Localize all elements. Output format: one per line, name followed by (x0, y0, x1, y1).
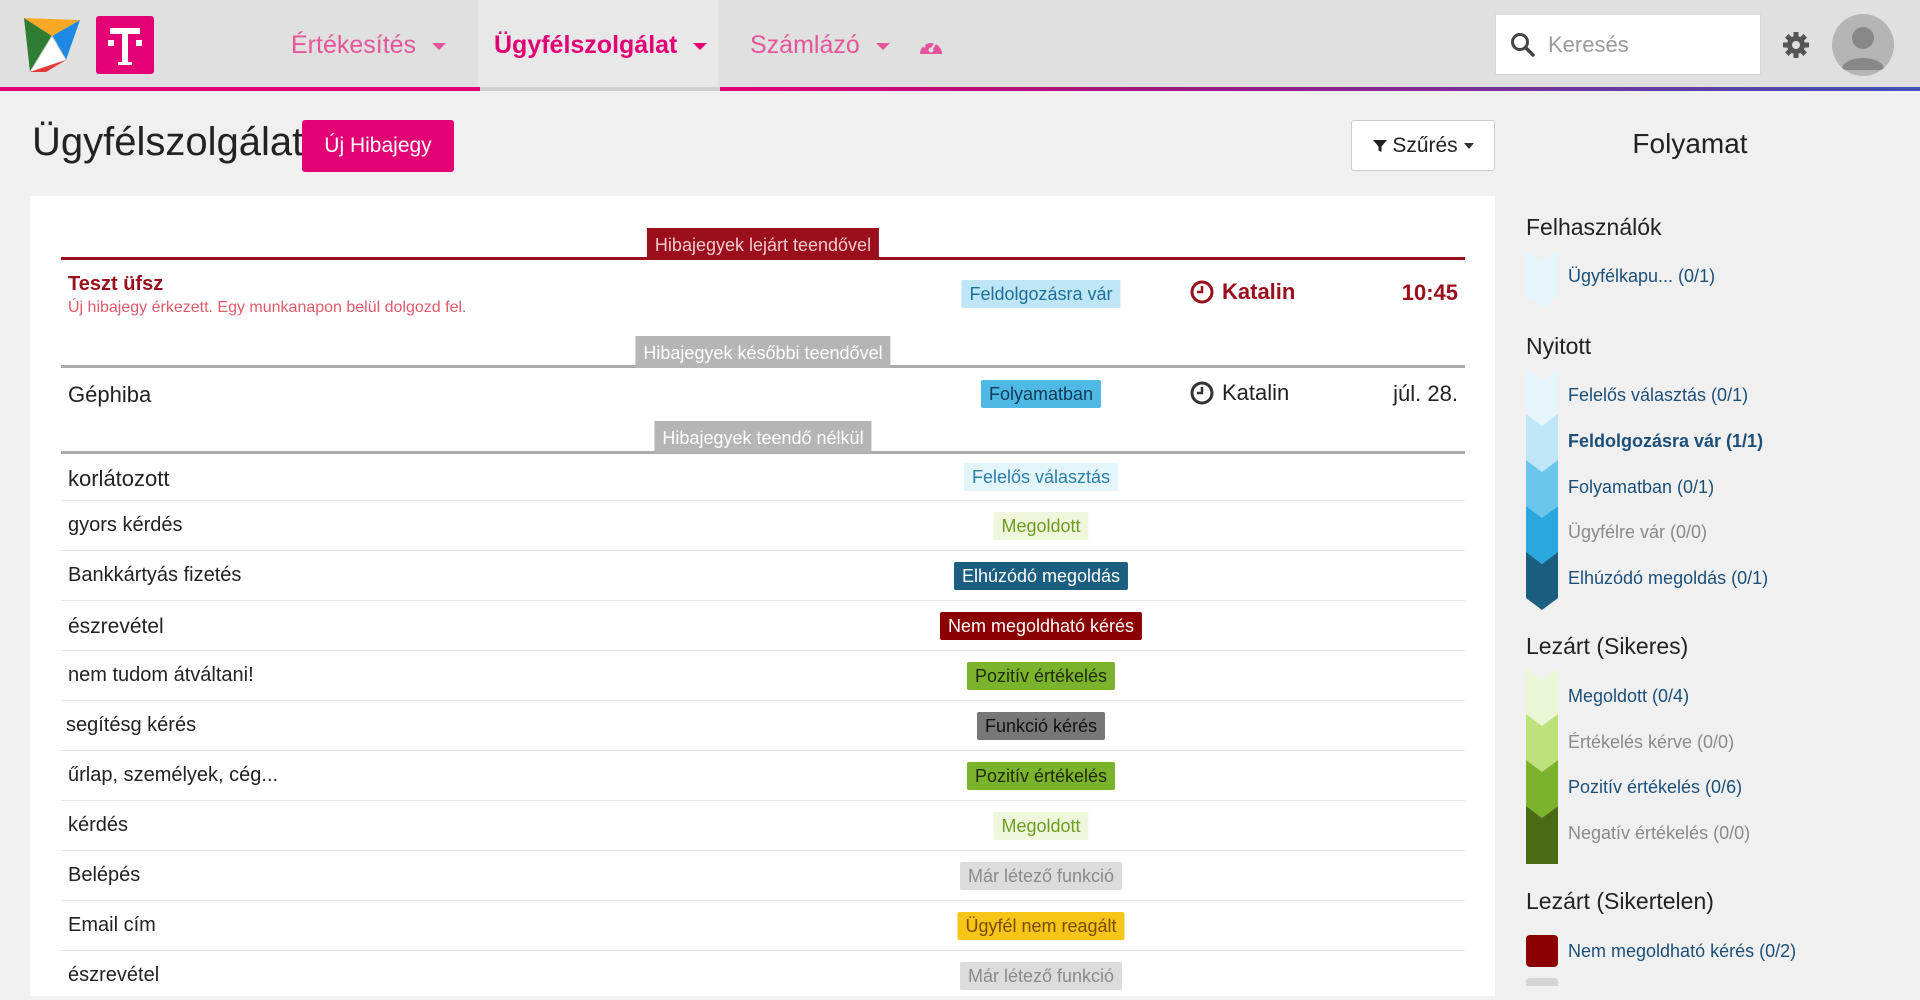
page-title: Ügyfélszolgálat (32, 120, 304, 164)
ticket-subtitle: Új hibajegy érkezett. Egy munkanapon bel… (68, 299, 467, 316)
gear-icon[interactable] (1782, 31, 1810, 59)
ticket-row[interactable]: segítésg kérés Funkció kérés (61, 701, 1465, 751)
ticket-title: Teszt üfsz (68, 273, 164, 295)
status-badge: Megoldott (993, 512, 1089, 540)
clock-icon (1190, 280, 1214, 304)
nav-accent-line (0, 87, 1920, 91)
status-badge: Már létező funkció (959, 862, 1123, 890)
chevron-down-icon (1463, 142, 1474, 149)
sidebar-item[interactable]: Negatív értékelés (0/0) (1568, 823, 1750, 844)
search-icon (1511, 32, 1535, 57)
sidebar-heading: Lezárt (Sikeres) (1526, 633, 1689, 659)
ticket-time: 10:45 (1401, 280, 1458, 305)
status-badge: Elhúzódó megoldás (953, 562, 1129, 590)
ticket-row-later[interactable]: Géphiba Folyamatban Katalin júl. 28. (61, 368, 1465, 420)
telekom-logo-icon[interactable] (96, 16, 154, 74)
ticket-title: Email cím (68, 914, 156, 936)
status-badge: Megoldott (993, 812, 1089, 840)
ticket-row[interactable]: észrevétel Már létező funkció (61, 951, 1465, 1000)
new-ticket-button[interactable]: Új Hibajegy (302, 120, 454, 172)
ticket-row[interactable]: gyors kérdés Megoldott (61, 501, 1465, 551)
sidebar-title: Folyamat (1632, 128, 1748, 159)
app-logo-icon[interactable] (22, 16, 82, 74)
filter-icon (1373, 139, 1388, 152)
nav-szamlazo[interactable]: Számlázó (750, 28, 890, 62)
user-avatar[interactable] (1832, 14, 1894, 76)
nav-label: Számlázó (750, 30, 860, 59)
section-label: Hibajegyek teendő nélkül (654, 421, 872, 453)
status-badge: Ügyfél nem reagált (957, 912, 1125, 940)
sidebar-heading: Lezárt (Sikertelen) (1526, 888, 1714, 914)
ticket-title: Bankkártyás fizetés (68, 564, 242, 586)
ticket-row[interactable]: Belépés Már létező funkció (61, 851, 1465, 901)
search-box[interactable] (1495, 14, 1761, 75)
sidebar-item[interactable]: Folyamatban (0/1) (1568, 477, 1714, 498)
sidebar-item[interactable]: Megoldott (0/4) (1568, 686, 1689, 707)
sidebar-item[interactable]: Pozitív értékelés (0/6) (1568, 777, 1742, 798)
nav-ertekesites[interactable]: Értékesítés (291, 28, 447, 62)
funnel-stage-icon (1526, 668, 1558, 864)
sidebar-item[interactable]: Ügyfélkapu... (0/1) (1568, 266, 1715, 287)
ticket-title: űrlap, személyek, cég... (68, 764, 279, 786)
sidebar-item[interactable]: Ügyfélre vár (0/0) (1568, 522, 1707, 543)
nav-label: Értékesítés (291, 30, 417, 59)
search-input[interactable] (1546, 30, 1750, 59)
ticket-title: Belépés (68, 864, 141, 886)
status-badge: Funkció kérés (976, 712, 1106, 740)
ticket-row[interactable]: nem tudom átváltani! Pozitív értékelés (61, 651, 1465, 701)
ticket-row-overdue[interactable]: Teszt üfsz Új hibajegy érkezett. Egy mun… (61, 261, 1465, 321)
chevron-down-icon (432, 42, 447, 50)
ticket-row[interactable]: korlátozott Felelős választás (61, 454, 1465, 501)
ticket-title: észrevétel (68, 964, 160, 986)
ticket-row[interactable]: Email cím Ügyfél nem reagált (61, 901, 1465, 951)
status-badge: Feldolgozásra vár (961, 280, 1121, 308)
ticket-list-panel: Hibajegyek lejárt teendővel Teszt üfsz Ú… (30, 196, 1495, 996)
section-label: Hibajegyek lejárt teendővel (646, 228, 880, 260)
filter-button[interactable]: Szűrés (1351, 120, 1495, 171)
status-badge: Felelős választás (963, 463, 1119, 491)
assignee-name: Katalin (1222, 279, 1296, 304)
ticket-title: Géphiba (68, 382, 152, 407)
assignee: Katalin (1190, 380, 1289, 406)
assignee: Katalin (1190, 279, 1295, 305)
ticket-row[interactable]: űrlap, személyek, cég... Pozitív értékel… (61, 751, 1465, 801)
sidebar-item[interactable]: Értékelés kérve (0/0) (1568, 732, 1734, 753)
status-badge: Pozitív értékelés (966, 762, 1116, 790)
ticket-row[interactable]: kérdés Megoldott (61, 801, 1465, 851)
funnel-stage-icon (1526, 368, 1558, 610)
status-color-swatch (1526, 935, 1558, 967)
chevron-down-icon (693, 42, 708, 50)
status-badge: Folyamatban (980, 380, 1102, 408)
sidebar-item[interactable]: Feldolgozásra vár (1/1) (1568, 431, 1763, 452)
ticket-title: nem tudom átváltani! (68, 664, 254, 686)
status-color-swatch (1526, 978, 1558, 986)
nav-label: Ügyfélszolgálat (494, 30, 678, 59)
sidebar-heading: Felhasználók (1526, 214, 1662, 240)
status-badge: Nem megoldható kérés (939, 612, 1143, 640)
user-icon (1841, 27, 1885, 70)
dashboard-icon[interactable] (918, 34, 944, 56)
nav-ugyfelszolgalat[interactable]: Ügyfélszolgálat (494, 28, 708, 62)
clock-icon (1190, 381, 1214, 405)
sidebar-item[interactable]: Elhúzódó megoldás (0/1) (1568, 568, 1768, 589)
ticket-title: észrevétel (68, 615, 164, 638)
ticket-title: kérdés (68, 814, 129, 836)
ticket-time: júl. 28. (1393, 381, 1458, 406)
ticket-title: korlátozott (68, 466, 170, 491)
filter-label: Szűrés (1392, 133, 1458, 157)
ticket-title: gyors kérdés (68, 514, 183, 536)
sidebar-heading: Nyitott (1526, 333, 1592, 359)
funnel-stage-icon (1526, 250, 1558, 308)
sidebar-item[interactable]: Nem megoldható kérés (0/2) (1568, 941, 1796, 962)
assignee-name: Katalin (1222, 380, 1290, 405)
ticket-row[interactable]: Bankkártyás fizetés Elhúzódó megoldás (61, 551, 1465, 601)
ticket-row[interactable]: észrevétel Nem megoldható kérés (61, 601, 1465, 651)
chevron-down-icon (875, 42, 890, 50)
sidebar-item[interactable]: Felelős választás (0/1) (1568, 385, 1748, 406)
status-badge: Pozitív értékelés (966, 662, 1116, 690)
ticket-title: segítésg kérés (66, 714, 197, 736)
section-label: Hibajegyek későbbi teendővel (635, 336, 891, 368)
